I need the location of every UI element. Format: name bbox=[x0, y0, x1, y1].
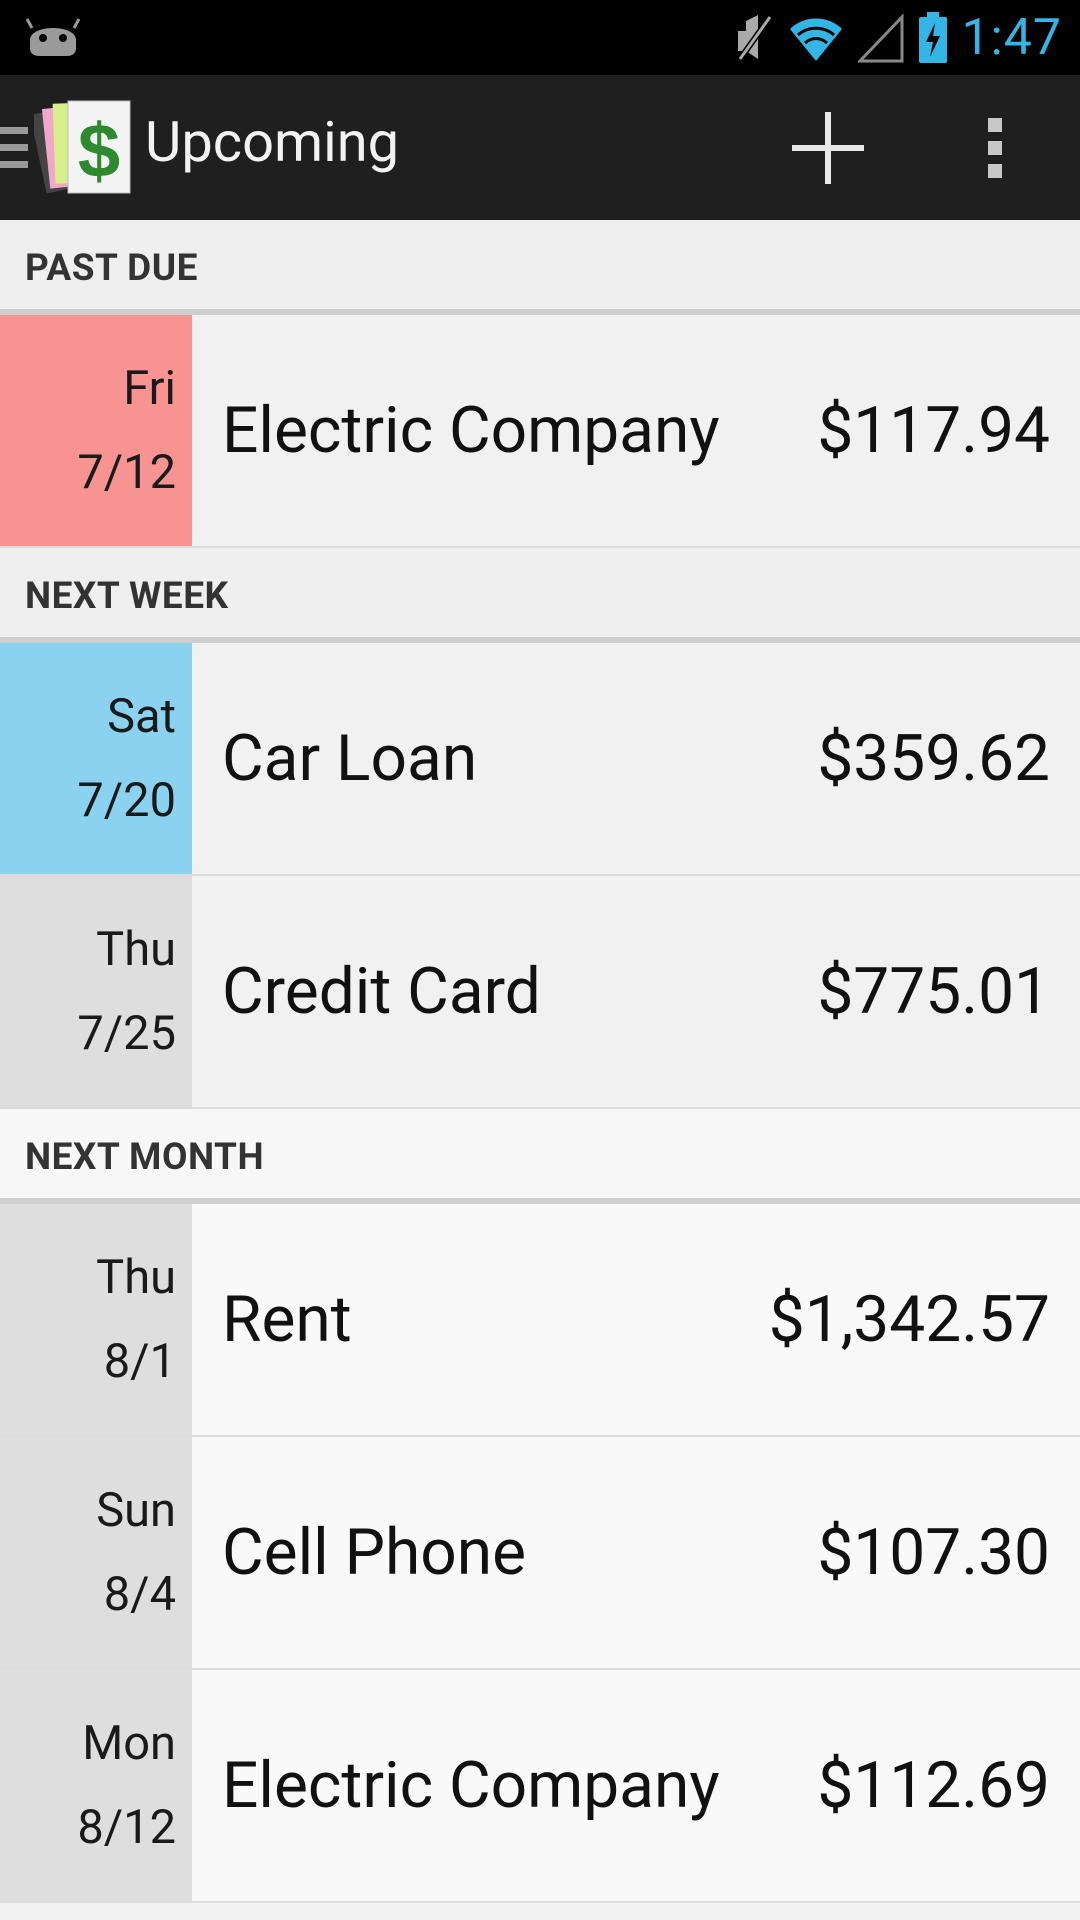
due-date: 7/20 bbox=[77, 772, 176, 828]
mute-icon bbox=[737, 14, 773, 61]
bill-list: PAST DUE Fri 7/12 Electric Company $117.… bbox=[0, 220, 1080, 1903]
bill-row[interactable]: Fri 7/12 Electric Company $117.94 bbox=[0, 315, 1080, 548]
bill-name: Car Loan bbox=[222, 721, 478, 796]
bill-row[interactable]: Mon 8/12 Electric Company $112.69 bbox=[0, 1670, 1080, 1903]
bill-row[interactable]: Thu 7/25 Credit Card $775.01 bbox=[0, 876, 1080, 1109]
due-date: 8/4 bbox=[103, 1566, 176, 1622]
due-date-cell: Thu 7/25 bbox=[0, 876, 192, 1107]
due-day: Sun bbox=[96, 1482, 176, 1538]
section-header-next-month: NEXT MONTH bbox=[0, 1109, 1080, 1204]
action-bar: $ Upcoming bbox=[0, 75, 1080, 222]
status-clock: 1:47 bbox=[961, 8, 1062, 67]
overflow-menu-icon bbox=[988, 117, 1002, 178]
due-date-cell: Mon 8/12 bbox=[0, 1670, 192, 1901]
status-bar: 1:47 bbox=[0, 0, 1080, 75]
signal-icon bbox=[857, 12, 904, 62]
bill-amount: $107.30 bbox=[817, 1515, 1050, 1590]
add-icon bbox=[791, 111, 864, 184]
due-date-cell: Sun 8/4 bbox=[0, 1437, 192, 1668]
section-label: NEXT WEEK bbox=[25, 575, 229, 618]
bill-row[interactable]: Thu 8/1 Rent $1,342.57 bbox=[0, 1204, 1080, 1437]
due-date-cell: Fri 7/12 bbox=[0, 315, 192, 546]
bill-amount: $112.69 bbox=[817, 1748, 1050, 1823]
section-label: NEXT MONTH bbox=[25, 1136, 265, 1179]
section-label: PAST DUE bbox=[25, 247, 198, 290]
due-day: Fri bbox=[123, 360, 176, 416]
bill-name: Electric Company bbox=[222, 393, 720, 468]
app-logo-icon[interactable]: $ bbox=[34, 97, 134, 197]
bill-amount: $117.94 bbox=[817, 393, 1050, 468]
due-day: Sat bbox=[107, 688, 176, 744]
section-header-past-due: PAST DUE bbox=[0, 220, 1080, 315]
bill-amount: $1,342.57 bbox=[768, 1282, 1050, 1357]
add-bill-button[interactable] bbox=[780, 100, 875, 195]
overflow-menu-button[interactable] bbox=[960, 100, 1030, 195]
due-date: 8/1 bbox=[103, 1333, 176, 1389]
bill-name: Credit Card bbox=[222, 954, 541, 1029]
due-date: 7/25 bbox=[77, 1005, 176, 1061]
due-date-cell: Thu 8/1 bbox=[0, 1204, 192, 1435]
battery-charging-icon bbox=[918, 11, 947, 63]
bill-name: Cell Phone bbox=[222, 1515, 526, 1590]
due-day: Mon bbox=[82, 1715, 176, 1771]
bill-name: Electric Company bbox=[222, 1748, 720, 1823]
page-title: Upcoming bbox=[145, 109, 400, 175]
bill-row[interactable]: Sat 7/20 Car Loan $359.62 bbox=[0, 643, 1080, 876]
due-day: Thu bbox=[96, 1249, 176, 1305]
bill-amount: $359.62 bbox=[817, 721, 1050, 796]
android-icon bbox=[26, 18, 80, 56]
due-date-cell: Sat 7/20 bbox=[0, 643, 192, 874]
bill-row[interactable]: Sun 8/4 Cell Phone $107.30 bbox=[0, 1437, 1080, 1670]
bill-amount: $775.01 bbox=[817, 954, 1050, 1029]
drawer-icon[interactable] bbox=[0, 125, 30, 171]
wifi-icon bbox=[789, 18, 842, 61]
section-header-next-week: NEXT WEEK bbox=[0, 548, 1080, 643]
bill-name: Rent bbox=[222, 1282, 352, 1357]
due-date: 7/12 bbox=[77, 444, 176, 500]
due-date: 8/12 bbox=[77, 1799, 176, 1855]
due-day: Thu bbox=[96, 921, 176, 977]
svg-text:$: $ bbox=[78, 109, 120, 194]
